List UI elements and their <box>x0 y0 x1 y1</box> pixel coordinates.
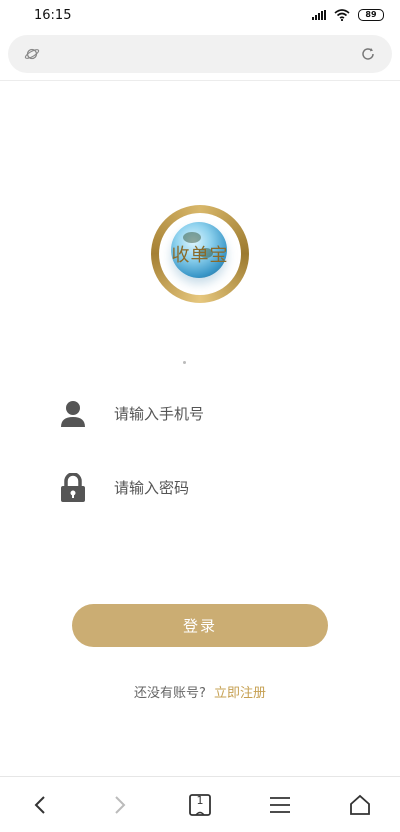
browser-bottom-nav: 1 <box>0 776 400 832</box>
signal-icon <box>312 10 326 20</box>
register-row: 还没有账号? 立即注册 <box>0 682 400 701</box>
home-icon <box>350 794 370 815</box>
status-bar: 16:15 89 <box>0 0 400 30</box>
tabs-button[interactable]: 1 <box>180 785 220 825</box>
chevron-left-icon <box>34 795 45 814</box>
login-page: 16:15 89 收单宝 请输入手机号 登录 还没有账号? 立即注册 1 <box>0 0 400 832</box>
battery-indicator: 89 <box>358 9 384 21</box>
url-bar[interactable] <box>8 35 392 73</box>
phone-field <box>56 394 356 434</box>
tabs-count: 1 <box>196 793 204 807</box>
status-time: 16:15 <box>34 7 72 23</box>
password-field <box>56 468 356 508</box>
logo-text: 收单宝 <box>171 245 229 266</box>
status-icons: 89 <box>312 9 384 21</box>
menu-icon <box>270 796 290 813</box>
back-button[interactable] <box>20 785 60 825</box>
lock-icon <box>56 471 90 505</box>
forward-button[interactable] <box>100 785 140 825</box>
home-button[interactable] <box>340 785 380 825</box>
menu-button[interactable] <box>260 785 300 825</box>
planet-icon <box>24 48 40 60</box>
refresh-icon[interactable] <box>360 46 376 62</box>
login-button[interactable]: 登录 <box>72 604 328 647</box>
register-prompt: 还没有账号? <box>134 686 206 701</box>
phone-input[interactable] <box>112 404 336 424</box>
app-logo: 收单宝 <box>151 205 249 303</box>
password-input[interactable] <box>112 478 336 498</box>
header-divider <box>0 80 400 81</box>
chevron-right-icon <box>115 795 126 814</box>
user-icon <box>56 397 90 431</box>
wifi-icon <box>334 9 350 21</box>
register-link[interactable]: 立即注册 <box>214 686 266 701</box>
loading-dot <box>183 361 186 364</box>
